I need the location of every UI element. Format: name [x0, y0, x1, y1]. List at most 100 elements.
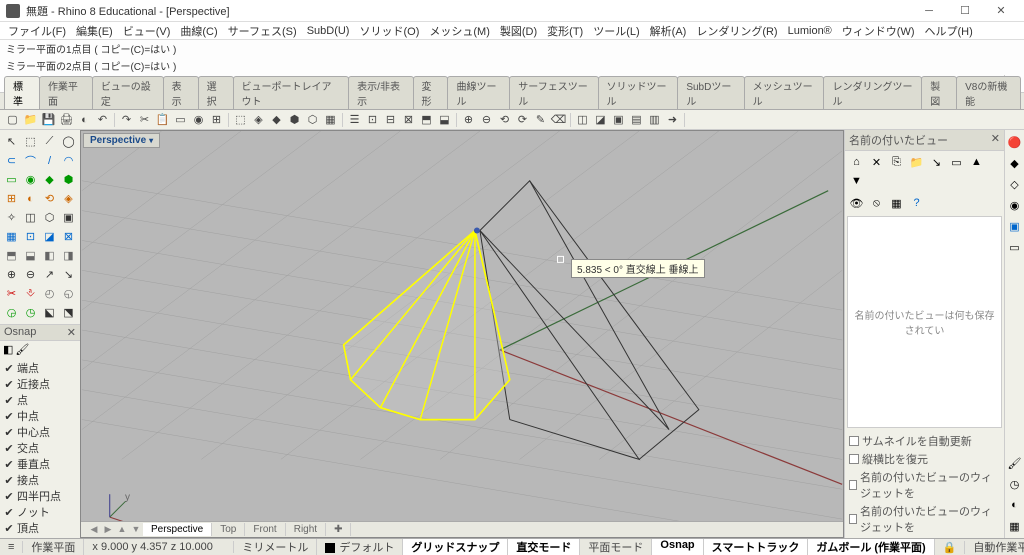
tool-button[interactable]: ▦ [2, 227, 21, 246]
osnap-filter-icon[interactable]: ◧ [3, 343, 13, 356]
tool-button[interactable]: ▣ [59, 208, 78, 227]
status-toggle[interactable]: グリッドスナップ [403, 539, 508, 555]
menu-item[interactable]: サーフェス(S) [224, 22, 301, 40]
viewtab-nav[interactable]: ◀ [87, 524, 101, 535]
checkbox-icon[interactable]: ✔ [4, 395, 14, 405]
toolbar-button[interactable]: ▣ [610, 111, 627, 128]
delete-icon[interactable]: ✕ [868, 154, 885, 170]
toolbar-button[interactable]: ⊡ [364, 111, 381, 128]
toolbar-tab[interactable]: 曲線ツール [447, 76, 510, 109]
osnap-item[interactable]: ✔垂直点 [4, 456, 76, 472]
toolbar-tab[interactable]: レンダリングツール [823, 76, 922, 109]
layers-tab-icon[interactable]: ◇ [1007, 176, 1023, 192]
toolbar-tab[interactable]: ビューの設定 [92, 76, 164, 109]
toolbar-button[interactable]: ⬢ [286, 111, 303, 128]
toolbar-tab[interactable]: V8の新機能 [956, 76, 1021, 109]
settings-tab-icon[interactable]: ◐ [1007, 497, 1023, 513]
status-right[interactable]: 自動作業平面 (オブジェクト) ヒストリを記録 フィ [965, 539, 1024, 555]
tool-button[interactable]: ⬒ [2, 246, 21, 265]
toolbar-button[interactable]: ⬚ [232, 111, 249, 128]
checkbox[interactable] [849, 454, 859, 464]
library-tab-icon[interactable]: ▦ [1007, 518, 1023, 534]
tool-button[interactable]: ⬔ [59, 303, 78, 322]
toolbar-button[interactable]: ✎ [532, 111, 549, 128]
tool-button[interactable]: ◶ [2, 303, 21, 322]
toolbar-tab[interactable]: 標準 [4, 76, 40, 109]
menu-item[interactable]: 変形(T) [543, 22, 587, 40]
toolbar-button[interactable]: ◉ [190, 111, 207, 128]
tool-button[interactable]: ⊡ [21, 227, 40, 246]
checkbox-icon[interactable]: ✔ [4, 427, 14, 437]
panel-option[interactable]: 名前の付いたビューのウィジェットを [849, 502, 1000, 536]
tool-button[interactable]: ⟲ [40, 189, 59, 208]
toolbar-button[interactable]: ▭ [172, 111, 189, 128]
osnap-item[interactable]: ✔交点 [4, 440, 76, 456]
tool-button[interactable]: ⊞ [2, 189, 21, 208]
toolbar-tab[interactable]: 変形 [413, 76, 449, 109]
status-cplane[interactable]: 作業平面 [23, 539, 84, 555]
tool-button[interactable]: ⊠ [59, 227, 78, 246]
light-tab-icon[interactable]: ◉ [1007, 197, 1023, 213]
status-toggle[interactable]: Osnap [652, 539, 703, 555]
grid-icon[interactable]: ▦ [888, 195, 905, 211]
checkbox[interactable] [849, 514, 857, 524]
tool-button[interactable]: ⬡ [40, 208, 59, 227]
toolbar-button[interactable]: 📁 [22, 111, 39, 128]
toolbar-tab[interactable]: 作業平面 [39, 76, 93, 109]
clock-tab-icon[interactable]: ◷ [1007, 476, 1023, 492]
eye-icon[interactable]: 👁 [848, 195, 865, 211]
toolbar-button[interactable]: ◪ [592, 111, 609, 128]
tool-button[interactable]: ▭ [2, 170, 21, 189]
toolbar-button[interactable]: ◫ [574, 111, 591, 128]
checkbox-icon[interactable]: ✔ [4, 363, 14, 373]
toolbar-button[interactable]: ◆ [268, 111, 285, 128]
toolbar-tab[interactable]: 製図 [921, 76, 957, 109]
toolbar-tab[interactable]: ビューポートレイアウト [233, 76, 350, 109]
toolbar-button[interactable]: ◐ [76, 111, 93, 128]
toolbar-button[interactable]: ⊟ [382, 111, 399, 128]
display-tab-icon[interactable]: ▭ [1007, 239, 1023, 255]
tool-button[interactable]: ✂ [2, 284, 21, 303]
status-toggle[interactable]: 直交モード [508, 539, 580, 555]
add-view-tab[interactable]: ✚ [326, 523, 351, 536]
osnap-item[interactable]: ✔接点 [4, 472, 76, 488]
tool-button[interactable]: ⊖ [21, 265, 40, 284]
tool-button[interactable]: ✧ [2, 208, 21, 227]
toolbar-button[interactable]: ⊕ [460, 111, 477, 128]
toolbar-button[interactable]: ➜ [664, 111, 681, 128]
tool-button[interactable]: ⬢ [59, 170, 78, 189]
checkbox[interactable] [849, 480, 857, 490]
tool-button[interactable]: ◐ [21, 189, 40, 208]
toolbar-button[interactable]: ◈ [250, 111, 267, 128]
menu-item[interactable]: レンダリング(R) [692, 22, 781, 40]
folder-icon[interactable]: 📁 [908, 154, 925, 170]
toolbar-button[interactable]: ↷ [118, 111, 135, 128]
menu-item[interactable]: 編集(E) [72, 22, 117, 40]
panel-option[interactable]: 名前の付いたビューのウィジェットを [849, 468, 1000, 502]
toolbar-tab[interactable]: メッシュツール [744, 76, 825, 109]
status-toggle[interactable]: ガムボール (作業平面) [808, 539, 934, 555]
tool-button[interactable]: ⌒ [21, 151, 40, 170]
menu-item[interactable]: 解析(A) [646, 22, 691, 40]
brush-tab-icon[interactable]: 🖌 [1007, 455, 1023, 471]
osnap-item[interactable]: ✔四半円点 [4, 488, 76, 504]
status-units[interactable]: ミリメートル [234, 539, 317, 555]
toolbar-button[interactable]: ⌫ [550, 111, 567, 128]
tool-button[interactable]: ⬓ [21, 246, 40, 265]
toolbar-button[interactable]: ⬒ [418, 111, 435, 128]
up-icon[interactable]: ▲ [968, 154, 985, 170]
menu-item[interactable]: 曲線(C) [176, 22, 221, 40]
view-tab[interactable]: Top [212, 523, 245, 536]
close-button[interactable]: ✕ [984, 1, 1018, 21]
menu-item[interactable]: Lumion® [784, 24, 836, 38]
menu-item[interactable]: SubD(U) [303, 24, 354, 38]
menu-item[interactable]: ビュー(V) [119, 22, 175, 40]
toolbar-button[interactable]: ↶ [94, 111, 111, 128]
menu-item[interactable]: ツール(L) [589, 22, 643, 40]
help-icon[interactable]: ? [908, 195, 925, 211]
tool-button[interactable]: ◯ [59, 132, 78, 151]
toolbar-button[interactable]: ▦ [322, 111, 339, 128]
toolbar-button[interactable]: ⊖ [478, 111, 495, 128]
tool-button[interactable]: ◧ [40, 246, 59, 265]
checkbox[interactable] [849, 436, 859, 446]
